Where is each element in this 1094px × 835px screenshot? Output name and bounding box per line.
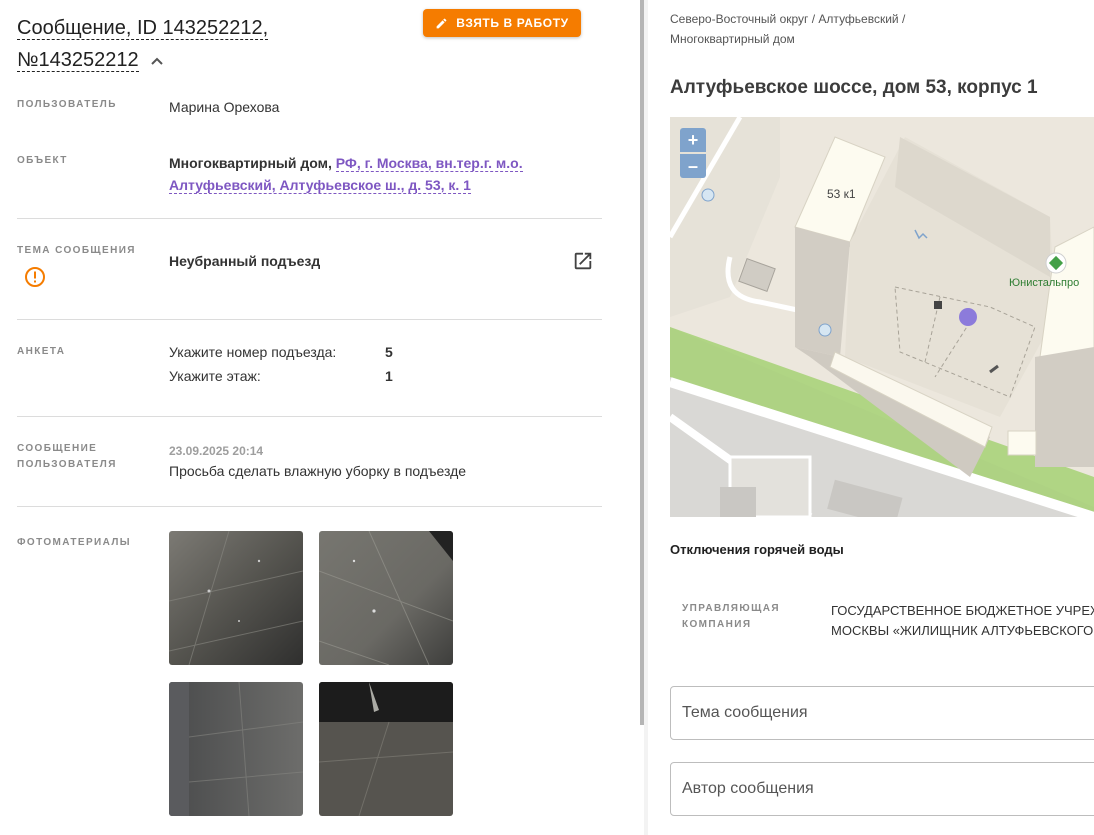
breadcrumb: Северо-Восточный округ / Алтуфьевский / …	[670, 9, 970, 49]
divider	[17, 218, 602, 219]
divider	[17, 319, 602, 320]
message-author-field[interactable]: Автор сообщения	[670, 762, 1094, 816]
photo-thumbnail[interactable]	[169, 531, 303, 665]
user-value: Марина Орехова	[169, 99, 280, 115]
survey-question-2: Укажите этаж:	[169, 368, 261, 384]
divider	[17, 506, 602, 507]
map-canvas	[670, 117, 1094, 517]
survey-question-1: Укажите номер подъезда:	[169, 344, 337, 360]
user-message-date: 23.09.2025 20:14	[169, 444, 264, 458]
mc-label-1: УПРАВЛЯЮЩАЯ	[682, 603, 780, 614]
chevron-up-icon[interactable]	[150, 56, 164, 66]
photo-thumbnail[interactable]	[319, 682, 453, 816]
user-message-label-2: ПОЛЬЗОВАТЕЛЯ	[17, 459, 117, 470]
message-title[interactable]: Сообщение, ID 143252212, №143252212	[17, 12, 269, 76]
object-address-link-1[interactable]: РФ, г. Москва, вн.тер.г. м.о.	[335, 155, 523, 172]
photo-thumbnail[interactable]	[169, 682, 303, 816]
message-author-placeholder: Автор сообщения	[682, 780, 814, 797]
message-topic-placeholder: Тема сообщения	[682, 704, 808, 721]
take-to-work-button[interactable]: ВЗЯТЬ В РАБОТУ	[423, 9, 581, 37]
message-topic-field[interactable]: Тема сообщения	[670, 686, 1094, 740]
object-label: ОБЪЕКТ	[17, 155, 68, 166]
topic-value: Неубранный подъезд	[169, 253, 321, 269]
user-message-text: Просьба сделать влажную уборку в подъезд…	[169, 463, 467, 479]
hot-water-outages-title: Отключения горячей воды	[670, 542, 844, 557]
map[interactable]: + – 53 к1 Юнистальпро	[670, 117, 1094, 517]
zoom-in-button[interactable]: +	[680, 128, 706, 152]
breadcrumb-line-1[interactable]: Северо-Восточный округ / Алтуфьевский /	[670, 12, 905, 26]
mc-value-2: МОСКВЫ «ЖИЛИЩНИК АЛТУФЬЕВСКОГО	[831, 623, 1094, 638]
photo-thumbnail[interactable]	[319, 531, 453, 665]
object-panel: Северо-Восточный округ / Алтуфьевский / …	[648, 0, 1094, 835]
user-message-label-1: СООБЩЕНИЕ	[17, 443, 98, 454]
object-type: Многоквартирный дом,	[169, 155, 332, 171]
map-building-label: 53 к1	[827, 187, 856, 201]
title-line-2: №143252212	[17, 49, 139, 72]
map-poi-label[interactable]: Юнистальпро	[1009, 277, 1079, 289]
mc-label-2: КОМПАНИЯ	[682, 619, 752, 630]
object-address-title: Алтуфьевское шоссе, дом 53, корпус 1	[670, 77, 1038, 98]
breadcrumb-line-2[interactable]: Многоквартирный дом	[670, 32, 795, 46]
message-panel: Сообщение, ID 143252212, №143252212 ВЗЯТ…	[0, 0, 640, 835]
survey-answer-2: 1	[385, 368, 393, 384]
take-button-label: ВЗЯТЬ В РАБОТУ	[456, 16, 569, 30]
title-line-1: Сообщение, ID 143252212,	[17, 17, 269, 40]
user-message-label: СООБЩЕНИЕ ПОЛЬЗОВАТЕЛЯ	[17, 441, 117, 473]
mc-value-1: ГОСУДАРСТВЕННОЕ БЮДЖЕТНОЕ УЧРЕЖ	[831, 603, 1094, 618]
object-value: Многоквартирный дом, РФ, г. Москва, вн.т…	[169, 152, 589, 196]
topic-label: ТЕМА СООБЩЕНИЯ	[17, 245, 136, 256]
survey-answer-1: 5	[385, 344, 393, 360]
zoom-out-button[interactable]: –	[680, 154, 706, 178]
open-external-icon[interactable]	[572, 250, 594, 272]
object-address-link-2[interactable]: Алтуфьевский, Алтуфьевское ш., д. 53, к.…	[169, 177, 471, 194]
user-label: ПОЛЬЗОВАТЕЛЬ	[17, 99, 117, 110]
survey-label: АНКЕТА	[17, 346, 66, 357]
photos-label: ФОТОМАТЕРИАЛЫ	[17, 537, 131, 548]
divider	[17, 416, 602, 417]
management-company-label: УПРАВЛЯЮЩАЯ КОМПАНИЯ	[682, 601, 780, 633]
management-company-value: ГОСУДАРСТВЕННОЕ БЮДЖЕТНОЕ УЧРЕЖ МОСКВЫ «…	[831, 601, 1094, 641]
pencil-icon	[436, 18, 447, 28]
warning-icon	[25, 267, 45, 287]
